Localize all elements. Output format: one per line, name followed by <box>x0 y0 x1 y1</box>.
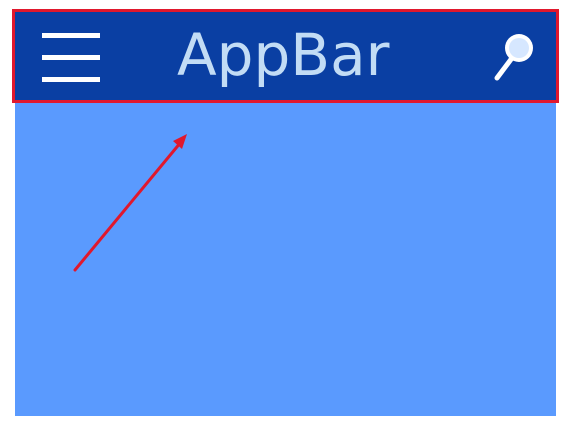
app-bar-title: AppBar <box>177 21 390 89</box>
menu-button[interactable] <box>42 30 100 86</box>
app-screen: AppBar <box>12 9 559 416</box>
search-icon <box>494 34 533 81</box>
search-button[interactable] <box>491 30 539 84</box>
menu-icon-line <box>42 33 100 38</box>
app-bar: AppBar <box>15 12 556 100</box>
menu-icon-line <box>42 55 100 60</box>
menu-icon-line <box>42 77 100 82</box>
